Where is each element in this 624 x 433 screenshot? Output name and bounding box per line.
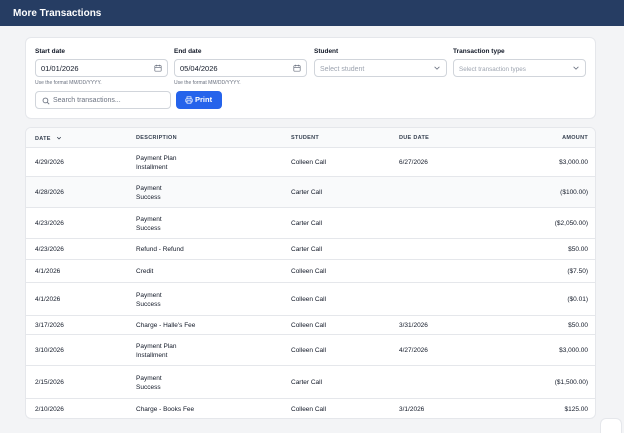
page-title: More Transactions: [13, 8, 102, 19]
table-row: 2/15/2026 Payment Success Carter Call ($1,50…: [26, 366, 595, 399]
cell-description-detail: Installment: [136, 164, 168, 171]
end-date-hint: Use the format MM/DD/YYYY.: [174, 80, 241, 86]
chevron-down-icon: [573, 66, 579, 70]
cell-description: Payment Plan: [136, 343, 177, 350]
transaction-type-select[interactable]: Select transaction types: [453, 59, 586, 77]
scroll-corner: [600, 418, 622, 433]
search-icon: [42, 97, 50, 105]
cell-description-detail: Success: [136, 384, 161, 391]
print-button-label: Print: [195, 95, 213, 104]
calendar-icon[interactable]: [293, 64, 301, 72]
cell-date: 4/23/2026: [35, 220, 64, 227]
table-row: 4/23/2026 Payment Success Carter Call ($2,05…: [26, 208, 595, 239]
cell-amount: ($1,500.00): [554, 379, 588, 386]
cell-date: 4/23/2026: [35, 246, 64, 253]
cell-amount: ($7.50): [567, 268, 588, 275]
cell-amount: ($0.01): [567, 296, 588, 303]
column-header-date-label: DATE: [35, 136, 51, 142]
cell-description: Payment: [136, 375, 162, 382]
start-date-value: 01/01/2026: [41, 64, 79, 73]
student-label: Student: [314, 48, 339, 55]
cell-description-detail: Success: [136, 225, 161, 232]
table-row: 3/10/2026 Payment Plan Installment Colleen …: [26, 335, 595, 366]
table-row: 4/23/2026 Refund - Refund Carter Call $50.0…: [26, 239, 595, 260]
student-select-placeholder: Select student: [320, 66, 365, 73]
cell-due-date: 3/1/2026: [399, 406, 425, 413]
cell-due-date: 6/27/2026: [399, 159, 428, 166]
transactions-table: DATE DESCRIPTION STUDENT DUE DATE AMOUNT…: [25, 127, 596, 419]
table-row: 4/29/2026 Payment Plan Installment Colleen …: [26, 148, 595, 177]
cell-description: Charge - Books Fee: [136, 406, 195, 413]
cell-description: Payment: [136, 185, 162, 192]
search-input[interactable]: Search transactions...: [35, 91, 171, 109]
start-date-label: Start date: [35, 48, 65, 55]
student-select[interactable]: Select student: [314, 59, 447, 77]
table-row: 4/28/2026 Payment Success Carter Call ($100.…: [26, 177, 595, 208]
cell-amount: $3,000.00: [559, 159, 588, 166]
column-header-amount: AMOUNT: [562, 135, 588, 141]
cell-student: Colleen Call: [291, 159, 327, 166]
column-header-description: DESCRIPTION: [136, 135, 177, 141]
cell-student: Colleen Call: [291, 296, 327, 303]
table-header: DATE DESCRIPTION STUDENT DUE DATE AMOUNT: [26, 128, 595, 148]
cell-amount: $125.00: [564, 406, 589, 413]
cell-amount: ($2,050.00): [554, 220, 588, 227]
cell-description: Payment: [136, 216, 162, 223]
cell-amount: $50.00: [568, 322, 588, 329]
cell-amount: ($100.00): [560, 189, 588, 196]
table-row: 4/1/2026 Credit Colleen Call ($7.50): [26, 260, 595, 283]
table-row: 4/1/2026 Payment Success Colleen Call ($0.01…: [26, 283, 595, 316]
cell-date: 4/1/2026: [35, 268, 61, 275]
cell-student: Carter Call: [291, 220, 323, 227]
cell-student: Carter Call: [291, 189, 323, 196]
transaction-type-label: Transaction type: [453, 48, 505, 55]
cell-student: Carter Call: [291, 246, 323, 253]
sort-desc-icon[interactable]: [56, 135, 62, 141]
table-row: 2/10/2026 Charge - Books Fee Colleen Call 3…: [26, 399, 595, 418]
cell-student: Colleen Call: [291, 406, 327, 413]
cell-date: 2/15/2026: [35, 379, 64, 386]
cell-description: Credit: [136, 268, 154, 275]
cell-date: 2/10/2026: [35, 406, 64, 413]
cell-description-detail: Success: [136, 301, 161, 308]
end-date-label: End date: [174, 48, 202, 55]
cell-date: 3/10/2026: [35, 347, 64, 354]
page-header: More Transactions: [0, 0, 624, 26]
cell-due-date: 3/31/2026: [399, 322, 428, 329]
column-header-due-date: DUE DATE: [399, 135, 430, 141]
cell-description: Refund - Refund: [136, 246, 184, 253]
cell-student: Carter Call: [291, 379, 323, 386]
cell-amount: $3,000.00: [559, 347, 588, 354]
table-row: 3/17/2026 Charge - Halle's Fee Colleen Cal…: [26, 316, 595, 335]
cell-date: 4/1/2026: [35, 296, 61, 303]
end-date-value: 05/04/2026: [180, 64, 218, 73]
start-date-hint: Use the format MM/DD/YYYY.: [35, 80, 102, 86]
cell-description: Payment: [136, 292, 162, 299]
cell-description-detail: Installment: [136, 352, 168, 359]
search-placeholder: Search transactions...: [53, 97, 121, 104]
cell-description: Payment Plan: [136, 155, 177, 162]
column-header-student: STUDENT: [291, 135, 320, 141]
cell-student: Colleen Call: [291, 268, 327, 275]
print-button[interactable]: Print: [176, 91, 222, 109]
cell-amount: $50.00: [568, 246, 588, 253]
cell-due-date: 4/27/2026: [399, 347, 428, 354]
cell-description-detail: Success: [136, 194, 161, 201]
printer-icon: [185, 96, 193, 104]
calendar-icon[interactable]: [154, 64, 162, 72]
start-date-input[interactable]: 01/01/2026: [35, 59, 168, 77]
transaction-type-placeholder: Select transaction types: [459, 66, 526, 73]
cell-date: 4/29/2026: [35, 159, 64, 166]
column-header-date[interactable]: DATE: [35, 135, 62, 142]
filter-panel: Start date 01/01/2026 Use the format MM/…: [25, 37, 596, 119]
cell-description: Charge - Halle's Fee: [136, 322, 196, 329]
end-date-input[interactable]: 05/04/2026: [174, 59, 307, 77]
chevron-down-icon: [434, 66, 440, 70]
cell-student: Colleen Call: [291, 322, 327, 329]
cell-date: 3/17/2026: [35, 322, 64, 329]
cell-student: Colleen Call: [291, 347, 327, 354]
cell-date: 4/28/2026: [35, 189, 64, 196]
